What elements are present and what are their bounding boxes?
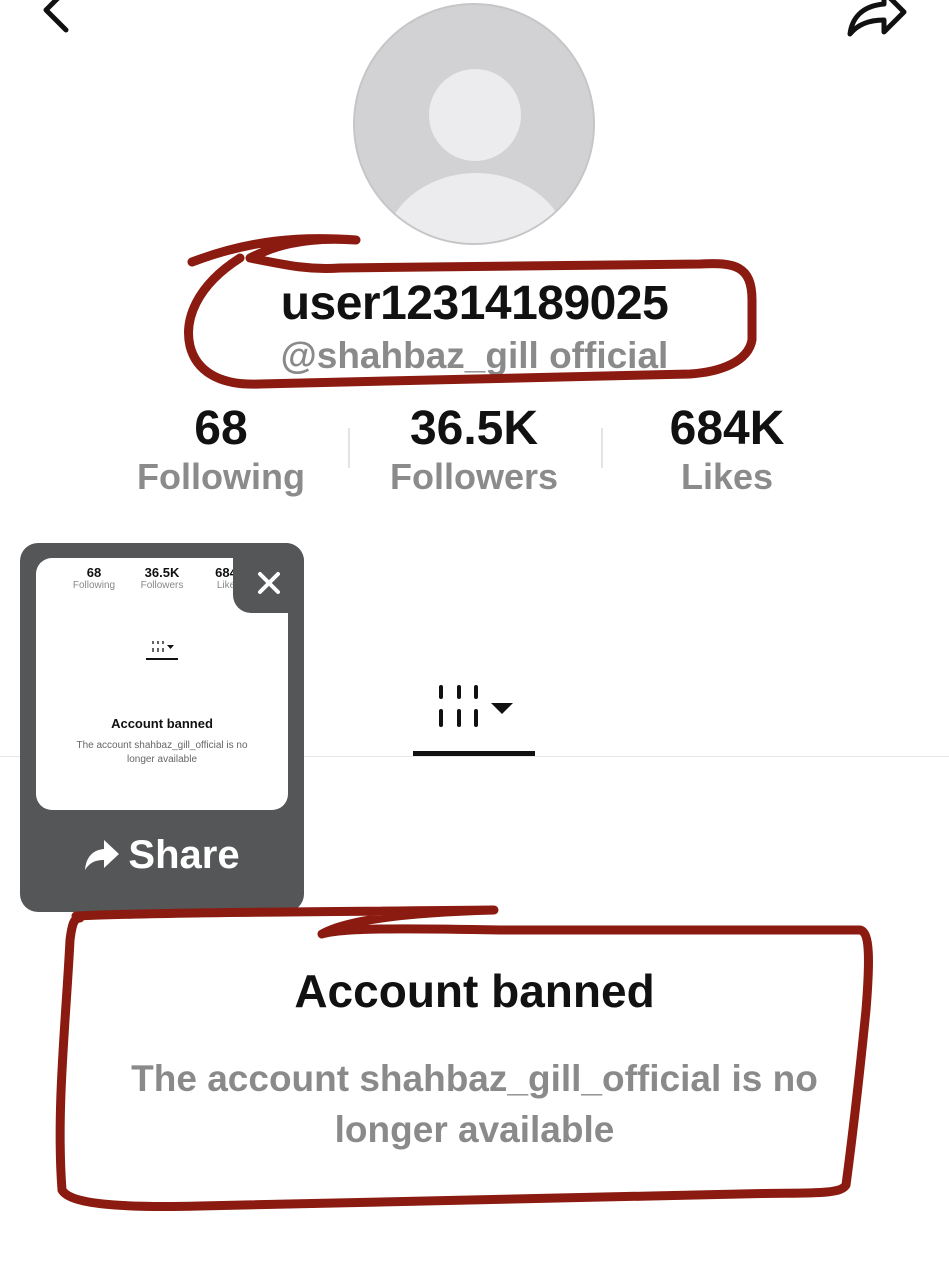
- share-label: Share: [128, 833, 240, 877]
- preview-stat-label: Followers: [140, 580, 184, 591]
- preview-stat-followers: 36.5K Followers: [127, 566, 197, 592]
- banned-description: The account shahbaz_gill_official is no …: [131, 1058, 818, 1150]
- preview-stat-following: 68 Following: [59, 566, 129, 592]
- preview-banned-title: Account banned: [111, 716, 213, 731]
- preview-stat-value: 36.5K: [144, 565, 180, 580]
- preview-stat-label: Following: [72, 580, 116, 591]
- stat-label: Following: [137, 456, 305, 497]
- avatar-body-shape: [383, 173, 569, 243]
- stat-value: 36.5K: [409, 402, 539, 455]
- grid-icon: [439, 685, 513, 727]
- preview-share-button[interactable]: Share: [20, 833, 304, 878]
- stat-value: 68: [194, 402, 248, 455]
- avatar: [353, 3, 595, 245]
- chevron-down-icon: [491, 703, 513, 714]
- tab-videos-grid[interactable]: [435, 683, 515, 733]
- preview-card[interactable]: 68 Following 36.5K Followers 684 Like Ac…: [20, 543, 304, 912]
- close-icon: [258, 572, 280, 594]
- share-button[interactable]: [840, 0, 920, 42]
- banned-title: Account banned: [294, 965, 655, 1017]
- stat-value: 684K: [669, 402, 785, 455]
- stat-following[interactable]: 68 Following: [91, 403, 351, 499]
- display-name: user12314189025: [280, 277, 669, 330]
- stat-label: Likes: [680, 456, 774, 497]
- back-button[interactable]: [30, 0, 90, 42]
- chevron-left-icon: [43, 0, 69, 33]
- preview-tab-indicator: [146, 658, 178, 660]
- preview-stat-value: 68: [86, 565, 102, 580]
- grid-icon: [152, 641, 174, 652]
- preview-close-button[interactable]: [233, 543, 304, 613]
- stat-likes[interactable]: 684K Likes: [597, 403, 857, 499]
- share-arrow-icon: [85, 840, 120, 870]
- stat-followers[interactable]: 36.5K Followers: [344, 403, 604, 499]
- user-handle: @shahbaz_gill official: [280, 335, 669, 376]
- share-arrow-icon: [847, 0, 907, 37]
- avatar-head-shape: [429, 69, 521, 161]
- preview-banned-description: The account shahbaz_gill_official is no …: [76, 740, 248, 765]
- stat-label: Followers: [389, 456, 559, 497]
